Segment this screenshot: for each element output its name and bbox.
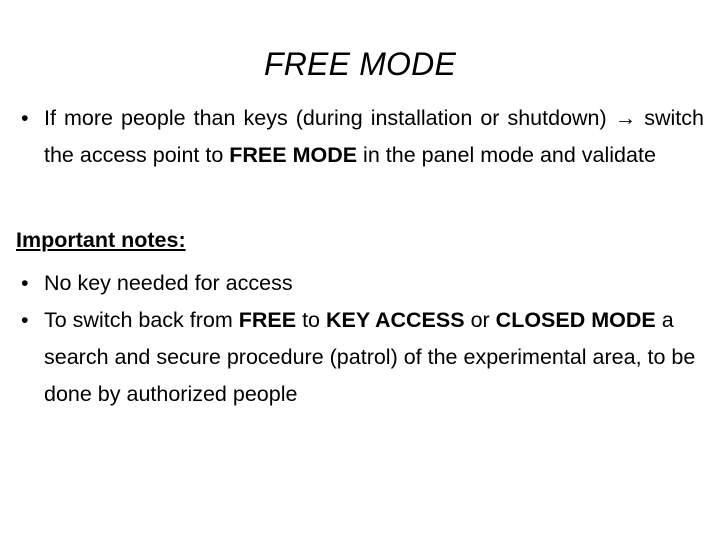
list-item: • To switch back from FREE to KEY ACCESS… xyxy=(16,302,704,413)
emphasis-free: FREE xyxy=(238,308,297,332)
bullet-icon: • xyxy=(21,271,29,295)
text-fragment: To switch back from xyxy=(44,308,239,332)
list-item-text: No key needed for access xyxy=(44,271,293,295)
arrow-icon: → xyxy=(614,106,637,130)
page-title: FREE MODE xyxy=(263,46,457,82)
section-heading: Important notes: xyxy=(16,228,186,252)
emphasis-key-access: KEY ACCESS xyxy=(325,308,465,332)
slide: FREE MODE • If more people than keys (du… xyxy=(0,0,720,540)
list-item-text: If more people than keys (during install… xyxy=(44,100,704,174)
notes-heading-row: Important notes: xyxy=(16,222,704,259)
list-item: • If more people than keys (during insta… xyxy=(16,100,704,174)
bullet-icon: • xyxy=(21,106,29,130)
list-item: • No key needed for access xyxy=(16,265,704,302)
text-fragment: in the panel mode and validate xyxy=(357,143,656,167)
emphasis-closed-mode: CLOSED MODE xyxy=(495,308,656,332)
emphasis-free-mode: FREE MODE xyxy=(229,143,358,167)
text-fragment: If more people than keys (during install… xyxy=(44,106,615,130)
text-fragment: to xyxy=(296,308,326,332)
text-fragment: or xyxy=(464,308,496,332)
slide-body: • If more people than keys (during insta… xyxy=(16,100,704,413)
bullet-icon: • xyxy=(21,308,29,332)
list-item-text: To switch back from FREE to KEY ACCESS o… xyxy=(44,302,704,413)
